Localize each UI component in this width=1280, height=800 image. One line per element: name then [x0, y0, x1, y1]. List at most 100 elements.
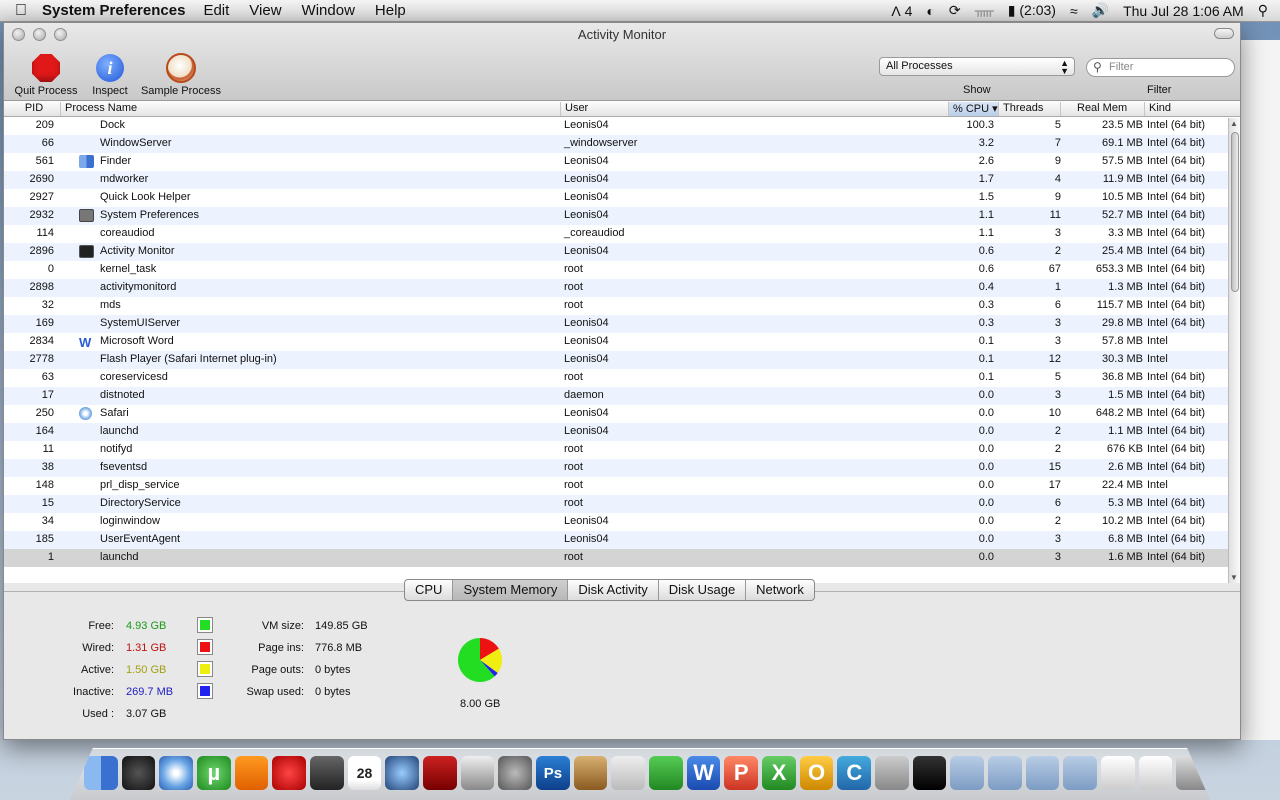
word-icon[interactable]: W [686, 756, 721, 790]
apple-menu-icon[interactable]:  [0, 2, 42, 20]
table-row[interactable]: 561 Finder Leonis04 2.6 9 57.5 MB Intel (64 bi… [4, 153, 1228, 171]
itunes-icon[interactable] [385, 756, 420, 790]
cell-pid: 32 [41, 299, 54, 311]
wifi-icon[interactable]: ≈ [1070, 3, 1078, 19]
cell-real-mem: 69.1 MB [1102, 137, 1143, 149]
column-process-name[interactable]: Process Name [60, 102, 560, 116]
quit-process-button[interactable]: Quit Process [12, 51, 80, 97]
facetime-icon[interactable] [310, 756, 344, 790]
column-cpu[interactable]: % CPU ▾ [948, 102, 998, 116]
tab-disk-usage[interactable]: Disk Usage [659, 580, 747, 600]
applications-folder-icon[interactable] [950, 756, 985, 790]
tab-disk-activity[interactable]: Disk Activity [568, 580, 659, 600]
scroll-down-icon[interactable]: ▼ [1230, 573, 1238, 582]
vertical-scrollbar[interactable]: ▲ ▼ [1228, 118, 1240, 583]
table-row[interactable]: 32 mds root 0.3 6 115.7 MB Intel (64 bit) [4, 297, 1228, 315]
menu-view[interactable]: View [249, 2, 281, 19]
menu-app-name[interactable]: System Preferences [42, 2, 185, 19]
cell-threads: 67 [1048, 263, 1061, 275]
table-row[interactable]: 114 coreaudiod _coreaudiod 1.1 3 3.3 MB Intel … [4, 225, 1228, 243]
menu-help[interactable]: Help [375, 2, 406, 19]
system-preferences-icon[interactable] [498, 756, 533, 790]
table-row[interactable]: 2690 mdworker Leonis04 1.7 4 11.9 MB Intel (64… [4, 171, 1228, 189]
finder-icon[interactable] [84, 756, 118, 790]
table-row[interactable]: 148 prl_disp_service root 0.0 17 22.4 MB Intel [4, 477, 1228, 495]
angry-birds-icon[interactable] [272, 756, 307, 790]
sample-process-button[interactable]: Sample Process [138, 51, 224, 97]
menu-edit[interactable]: Edit [203, 2, 229, 19]
column-pid[interactable]: PID [4, 102, 60, 116]
table-row[interactable]: 34 loginwindow Leonis04 0.0 2 10.2 MB Intel (6… [4, 513, 1228, 531]
table-row[interactable]: 2898 activitymonitord root 0.4 1 1.3 MB Intel … [4, 279, 1228, 297]
photoshop-icon[interactable]: Ps [536, 756, 570, 790]
background-window[interactable] [1238, 40, 1280, 740]
scroll-up-icon[interactable]: ▲ [1230, 119, 1238, 128]
automator-icon[interactable] [875, 756, 909, 790]
tab-cpu[interactable]: CPU [405, 580, 454, 600]
volume-icon[interactable]: 🔊 [1092, 2, 1109, 19]
column-kind[interactable]: Kind [1144, 102, 1228, 116]
battery-status[interactable]: ▮ (2:03) [1008, 2, 1056, 19]
table-row[interactable]: 66 WindowServer _windowserver 3.2 7 69.1 MB In… [4, 135, 1228, 153]
photo-booth-icon[interactable] [423, 756, 457, 790]
table-row[interactable]: 2834 Microsoft Word Leonis04 0.1 3 57.8 MB Int… [4, 333, 1228, 351]
column-threads[interactable]: Threads [998, 102, 1060, 116]
inspect-button[interactable]: i Inspect [88, 51, 132, 97]
table-row[interactable]: 185 UserEventAgent Leonis04 0.0 3 6.8 MB Intel… [4, 531, 1228, 549]
table-row[interactable]: 1 launchd root 0.0 3 1.6 MB Intel (64 bit) [4, 549, 1228, 567]
excel-icon[interactable]: X [762, 756, 796, 790]
outlook-icon[interactable]: O [799, 756, 834, 790]
table-row[interactable]: 38 fseventsd root 0.0 15 2.6 MB Intel (64 bit) [4, 459, 1228, 477]
stack-icon[interactable] [1101, 756, 1135, 790]
cell-real-mem: 25.4 MB [1102, 245, 1143, 257]
vm-size-value: 149.85 GB [315, 620, 368, 632]
iphoto-icon[interactable] [460, 756, 495, 790]
menu-window[interactable]: Window [302, 2, 355, 19]
documents-folder-icon[interactable] [988, 756, 1022, 790]
chrome-icon[interactable]: C [837, 756, 872, 790]
table-row[interactable]: 17 distnoted daemon 0.0 3 1.5 MB Intel (64 bit… [4, 387, 1228, 405]
table-row[interactable]: 169 SystemUIServer Leonis04 0.3 3 29.8 MB Inte… [4, 315, 1228, 333]
table-row[interactable]: 2778 Flash Player (Safari Internet plug-i… [4, 351, 1228, 369]
pie-menu-icon[interactable]: ◐ [926, 3, 934, 19]
activity-monitor-icon[interactable] [912, 756, 947, 790]
utorrent-icon[interactable]: µ [197, 756, 231, 790]
scrollbar-thumb[interactable] [1231, 132, 1239, 292]
table-row[interactable]: 2927 Quick Look Helper Leonis04 1.5 9 10.5 MB… [4, 189, 1228, 207]
table-row[interactable]: 63 coreservicesd root 0.1 5 36.8 MB Intel (64 … [4, 369, 1228, 387]
powerpoint-icon[interactable]: P [724, 756, 759, 790]
tab-network[interactable]: Network [746, 580, 814, 600]
tab-system-memory[interactable]: System Memory [453, 580, 569, 600]
column-real-mem[interactable]: Real Mem [1060, 102, 1144, 116]
numbers-icon[interactable] [649, 756, 683, 790]
time-machine-icon[interactable]: ⟳ [949, 2, 961, 19]
spotlight-icon[interactable]: ⚲ [1258, 2, 1268, 19]
table-row[interactable]: 250 Safari Leonis04 0.0 10 648.2 MB Intel (64 … [4, 405, 1228, 423]
battery-time: (2:03) [1019, 2, 1056, 18]
trash-icon[interactable] [1176, 756, 1210, 790]
adobe-updater-icon[interactable]: Λ 4 [891, 3, 912, 19]
menu-clock[interactable]: Thu Jul 28 1:06 AM [1123, 3, 1244, 19]
ical-icon[interactable]: 28 [347, 756, 382, 790]
pages-icon[interactable] [611, 756, 646, 790]
column-user[interactable]: User [560, 102, 948, 116]
bluetooth-icon[interactable]: ᚅ [975, 2, 994, 19]
table-row[interactable]: 2932 System Preferences Leonis04 1.1 11 52.7 … [4, 207, 1228, 225]
safari-icon[interactable] [159, 756, 194, 790]
downloads-folder-icon[interactable] [1025, 756, 1060, 790]
dashboard-icon[interactable] [121, 756, 156, 790]
table-row[interactable]: 209 Dock Leonis04 100.3 5 23.5 MB Intel (64 bi… [4, 117, 1228, 135]
table-row[interactable]: 2896 Activity Monitor Leonis04 0.6 2 25.4 MB I… [4, 243, 1228, 261]
vlc-icon[interactable] [234, 756, 269, 790]
toolbar-toggle-button[interactable] [1214, 28, 1234, 39]
stack-icon-2[interactable] [1138, 756, 1173, 790]
keynote-icon[interactable] [573, 756, 608, 790]
filter-input[interactable]: ⚲ Filter [1086, 58, 1235, 77]
show-processes-select[interactable]: All Processes ▲ ▼ [879, 57, 1075, 76]
folder-icon[interactable] [1063, 756, 1098, 790]
table-row[interactable]: 11 notifyd root 0.0 2 676 KB Intel (64 bit) [4, 441, 1228, 459]
cell-user: Leonis04 [564, 353, 609, 365]
table-row[interactable]: 0 kernel_task root 0.6 67 653.3 MB Intel (64 b… [4, 261, 1228, 279]
table-row[interactable]: 164 launchd Leonis04 0.0 2 1.1 MB Intel (64 bi… [4, 423, 1228, 441]
table-row[interactable]: 15 DirectoryService root 0.0 6 5.3 MB Intel (6… [4, 495, 1228, 513]
